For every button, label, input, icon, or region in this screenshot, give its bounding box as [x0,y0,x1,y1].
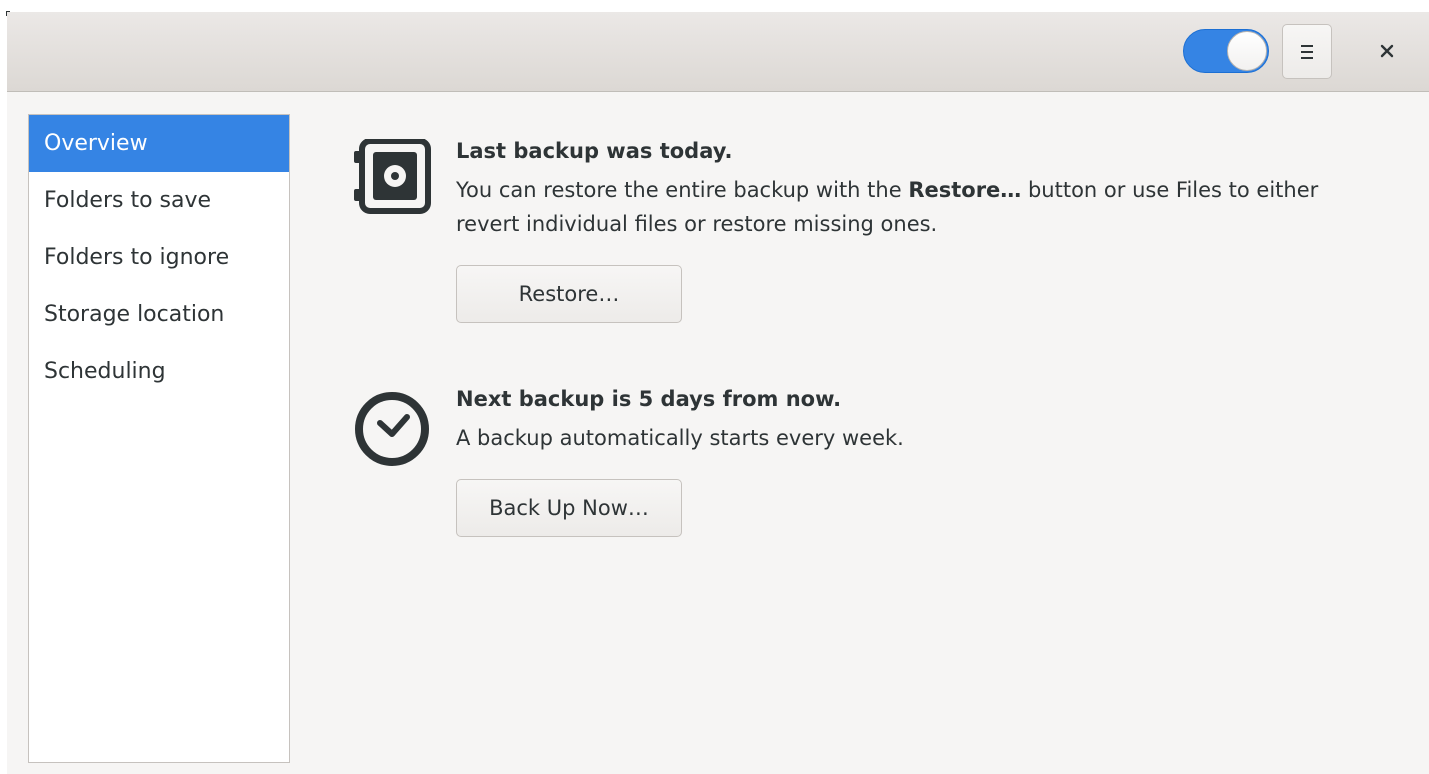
switch-knob [1227,31,1267,71]
safe-icon [354,139,431,214]
last-backup-description: You can restore the entire backup with t… [456,173,1356,241]
close-button[interactable] [1370,34,1404,68]
hamburger-menu-icon [1301,45,1313,63]
sidebar-item-folders-to-save[interactable]: Folders to save [29,172,289,229]
sidebar: Overview Folders to save Folders to igno… [28,114,290,763]
close-icon [1380,44,1394,58]
sidebar-item-overview[interactable]: Overview [29,115,289,172]
header-bar [7,12,1429,92]
backups-window: Overview Folders to save Folders to igno… [7,12,1429,774]
last-backup-body: Last backup was today. You can restore t… [456,134,1356,323]
sidebar-item-folders-to-ignore[interactable]: Folders to ignore [29,229,289,286]
clock-icon [355,392,429,466]
next-backup-title: Next backup is 5 days from now. [456,387,842,411]
restore-button[interactable]: Restore… [456,265,682,323]
backup-enabled-switch[interactable] [1183,29,1269,73]
sidebar-item-storage-location[interactable]: Storage location [29,286,289,343]
main-menu-button[interactable] [1282,24,1332,79]
restore-reference: Restore… [908,178,1022,202]
sidebar-item-scheduling[interactable]: Scheduling [29,343,289,400]
description-part: You can restore the entire backup with t… [456,178,909,202]
back-up-now-button[interactable]: Back Up Now… [456,479,682,537]
next-backup-body: Next backup is 5 days from now. A backup… [456,382,1356,537]
last-backup-title: Last backup was today. [456,139,733,163]
next-backup-description: A backup automatically starts every week… [456,426,904,450]
